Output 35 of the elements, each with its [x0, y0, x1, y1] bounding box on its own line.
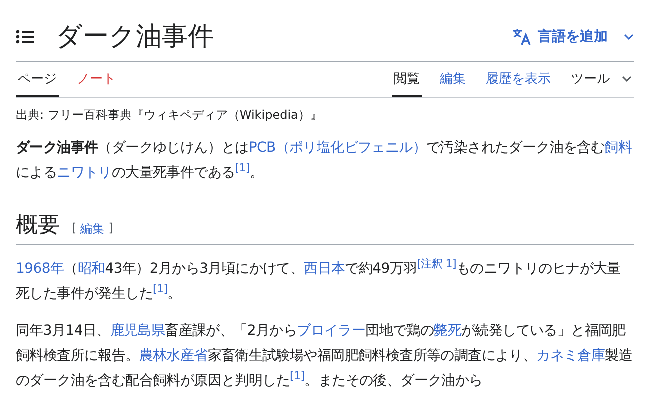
tab[interactable]: 編集 — [438, 62, 468, 97]
translate-icon — [512, 28, 532, 46]
chevron-icon — [624, 34, 634, 40]
tab[interactable]: ページ — [16, 62, 59, 97]
bracket: [ — [72, 221, 77, 237]
bracket: ] — [108, 221, 114, 237]
reference-link[interactable]: [1] — [290, 369, 305, 382]
link[interactable]: 農林水産省 — [139, 348, 208, 364]
tab[interactable]: 閲覧 — [392, 62, 422, 97]
source-note: 出典: フリー百科事典『ウィキペディア（Wikipedia）』 — [16, 107, 324, 124]
reference-link[interactable]: [注釈 1] — [417, 257, 456, 270]
link[interactable]: 鹿児島県 — [110, 323, 166, 339]
link[interactable]: ニワトリ — [57, 165, 112, 181]
link[interactable]: 西日本 — [304, 261, 346, 277]
edit-link[interactable]: 編集 — [80, 221, 105, 238]
link[interactable]: 1968年 — [16, 261, 64, 277]
reference-link[interactable]: [1] — [153, 282, 168, 296]
reference-link[interactable]: [1] — [235, 161, 250, 174]
contents-icon[interactable] — [16, 30, 34, 44]
link[interactable]: 斃死 — [434, 323, 462, 339]
link[interactable]: PCB（ポリ塩化ビフェニル） — [248, 140, 427, 156]
tab[interactable]: ノート — [75, 62, 118, 97]
link[interactable]: 昭和 — [78, 261, 106, 277]
paragraph: 同年3月14日、鹿児島県畜産課が、「2月からブロイラー団地で鶏の斃死が続発している」と福岡肥飼料検査所に報告。農林水産省家畜衛生試験場や福岡肥飼料検査所等の調査により、カネミ倉庫製造のダーク油を含む配合飼料が原因と判明した$^{[1]}$。またその後、ダーク油から — [16, 322, 634, 391]
language-button[interactable]: 言語を追加 — [512, 28, 634, 46]
paragraph: ダーク油事件（ダークゆじけん）とはPCB（ポリ塩化ビフェニル）で汚染されたダーク油を含む飼料 によるニワトリ の大量死事件である$^{[1]}$。 — [16, 139, 634, 183]
link[interactable]: ブロイラー — [297, 323, 366, 339]
tools-menu[interactable]: ツール — [569, 62, 634, 97]
paragraph: 1968年（昭和43年）2月から3月頃にかけて、西日本で約49万羽$^{[注釈 1]}$ものニワトリのヒナが大量死した事件が発生した$^{[1]}$。 — [16, 257, 622, 304]
section-heading: 概要 — [16, 212, 60, 240]
chevron-icon — [622, 76, 632, 82]
link[interactable]: カネミ倉庫 — [536, 348, 606, 364]
tab[interactable]: 履歴を表示 — [484, 62, 553, 97]
page-title: ダーク油事件 — [56, 21, 215, 54]
link[interactable]: 飼料 — [604, 140, 632, 156]
